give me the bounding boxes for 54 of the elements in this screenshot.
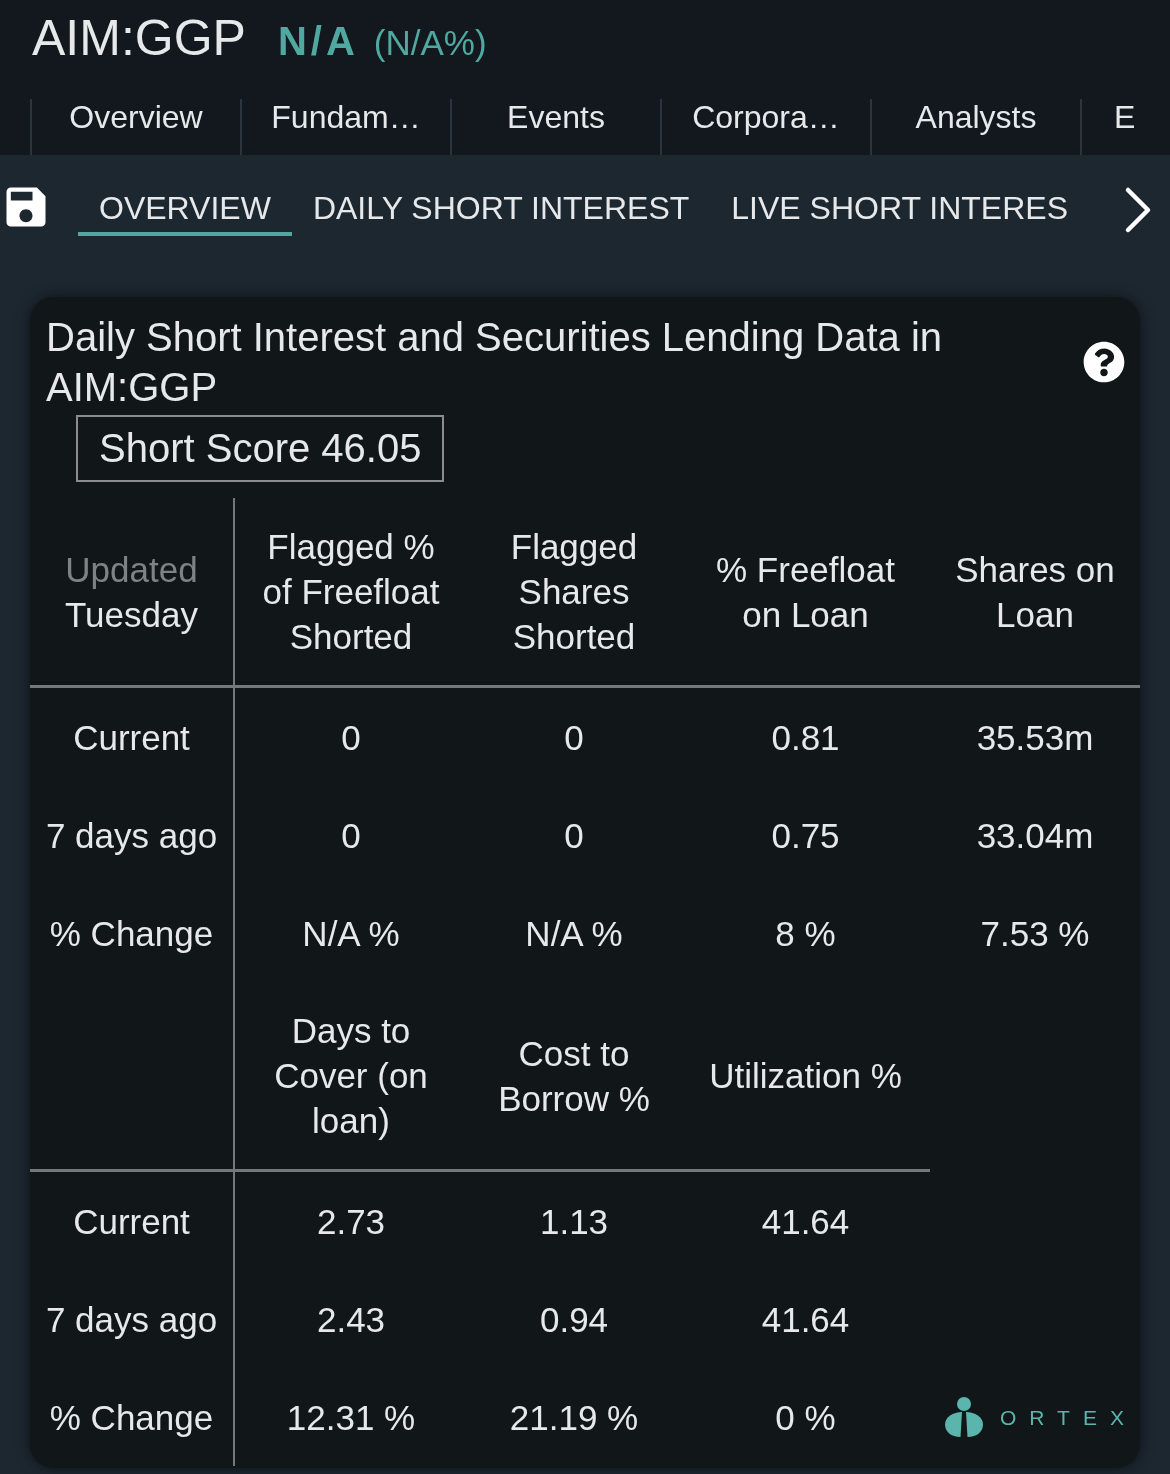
logo-icon	[945, 1397, 983, 1437]
table-cell-text: N/A %	[302, 912, 400, 955]
nav-tab[interactable]: Fundam…	[240, 99, 450, 155]
nav-tab[interactable]: Overview	[30, 99, 240, 155]
column-header: Flagged Shares Shorted	[509, 526, 639, 658]
table-cell-text: 12.31 %	[286, 1396, 416, 1439]
table-cell-text: 0	[341, 814, 361, 857]
column-header: Utilization %	[709, 1055, 902, 1097]
table-cell-text: 1.13	[539, 1200, 609, 1243]
column-header: Flagged % of Freefloat Shorted	[261, 526, 441, 658]
table-cell-text: 0.75	[771, 814, 840, 857]
table-cell-text: 0	[341, 716, 361, 759]
help-icon[interactable]	[1083, 341, 1125, 383]
row-label: % Change	[49, 912, 214, 955]
table-cell-text: 0.94	[539, 1298, 609, 1341]
nav-tab[interactable]: Analysts	[870, 99, 1080, 155]
table-cell-text: 41.64	[761, 1298, 850, 1341]
table-cell-text: 35.53m	[976, 716, 1094, 759]
section-tab[interactable]: DAILY SHORT INTEREST	[291, 174, 711, 236]
logo-wordmark: ORTEX	[1000, 1406, 1137, 1428]
table-cell-text: 8 %	[775, 912, 836, 955]
updated-label: Updated	[65, 548, 198, 591]
column-header: Shares on Loan	[954, 548, 1116, 636]
ticker-symbol: AIM:GGP	[32, 9, 246, 68]
row-label: 7 days ago	[45, 814, 218, 857]
table-cell-text: 2.73	[316, 1200, 386, 1243]
row-label: Current	[73, 716, 190, 759]
section-tab[interactable]: LIVE SHORT INTERES	[710, 174, 1089, 236]
table-cell-text: 0.81	[771, 716, 840, 759]
column-header: Days to Cover (on loan)	[273, 1010, 429, 1142]
table-cell-text: 33.04m	[976, 814, 1094, 857]
price-change: (N/A%)	[373, 22, 487, 64]
row-label: Current	[73, 1200, 190, 1243]
short-score: Short Score 46.05	[76, 415, 445, 482]
nav-tab[interactable]: Corpora…	[660, 99, 870, 155]
card-title: Daily Short Interest and Securities Lending Data in AIM:GGP	[46, 314, 944, 411]
table-cell-text: N/A %	[525, 912, 623, 955]
table-cell-text: 2.43	[316, 1298, 386, 1341]
table-cell-text: 41.64	[761, 1200, 850, 1243]
table-cell-text: 0	[564, 814, 584, 857]
section-tab[interactable]: OVERVIEW	[78, 174, 292, 236]
column-header: Cost to Borrow %	[497, 1032, 651, 1120]
table-cell-text: 0 %	[775, 1396, 836, 1439]
column-header: % Freefloat on Loan	[715, 548, 896, 636]
updated-day: Tuesday	[65, 591, 198, 637]
nav-tab[interactable]: Events	[450, 99, 660, 155]
table-cell-text: 21.19 %	[509, 1396, 639, 1439]
row-label: 7 days ago	[45, 1298, 218, 1341]
table-cell-text: 7.53 %	[980, 912, 1090, 955]
table-cell-text: 0	[564, 716, 584, 759]
row-label: % Change	[49, 1396, 214, 1439]
price-value: N/A	[277, 18, 359, 65]
chevron-right-icon[interactable]	[1124, 186, 1152, 234]
nav-tab[interactable]: E	[1080, 99, 1170, 155]
